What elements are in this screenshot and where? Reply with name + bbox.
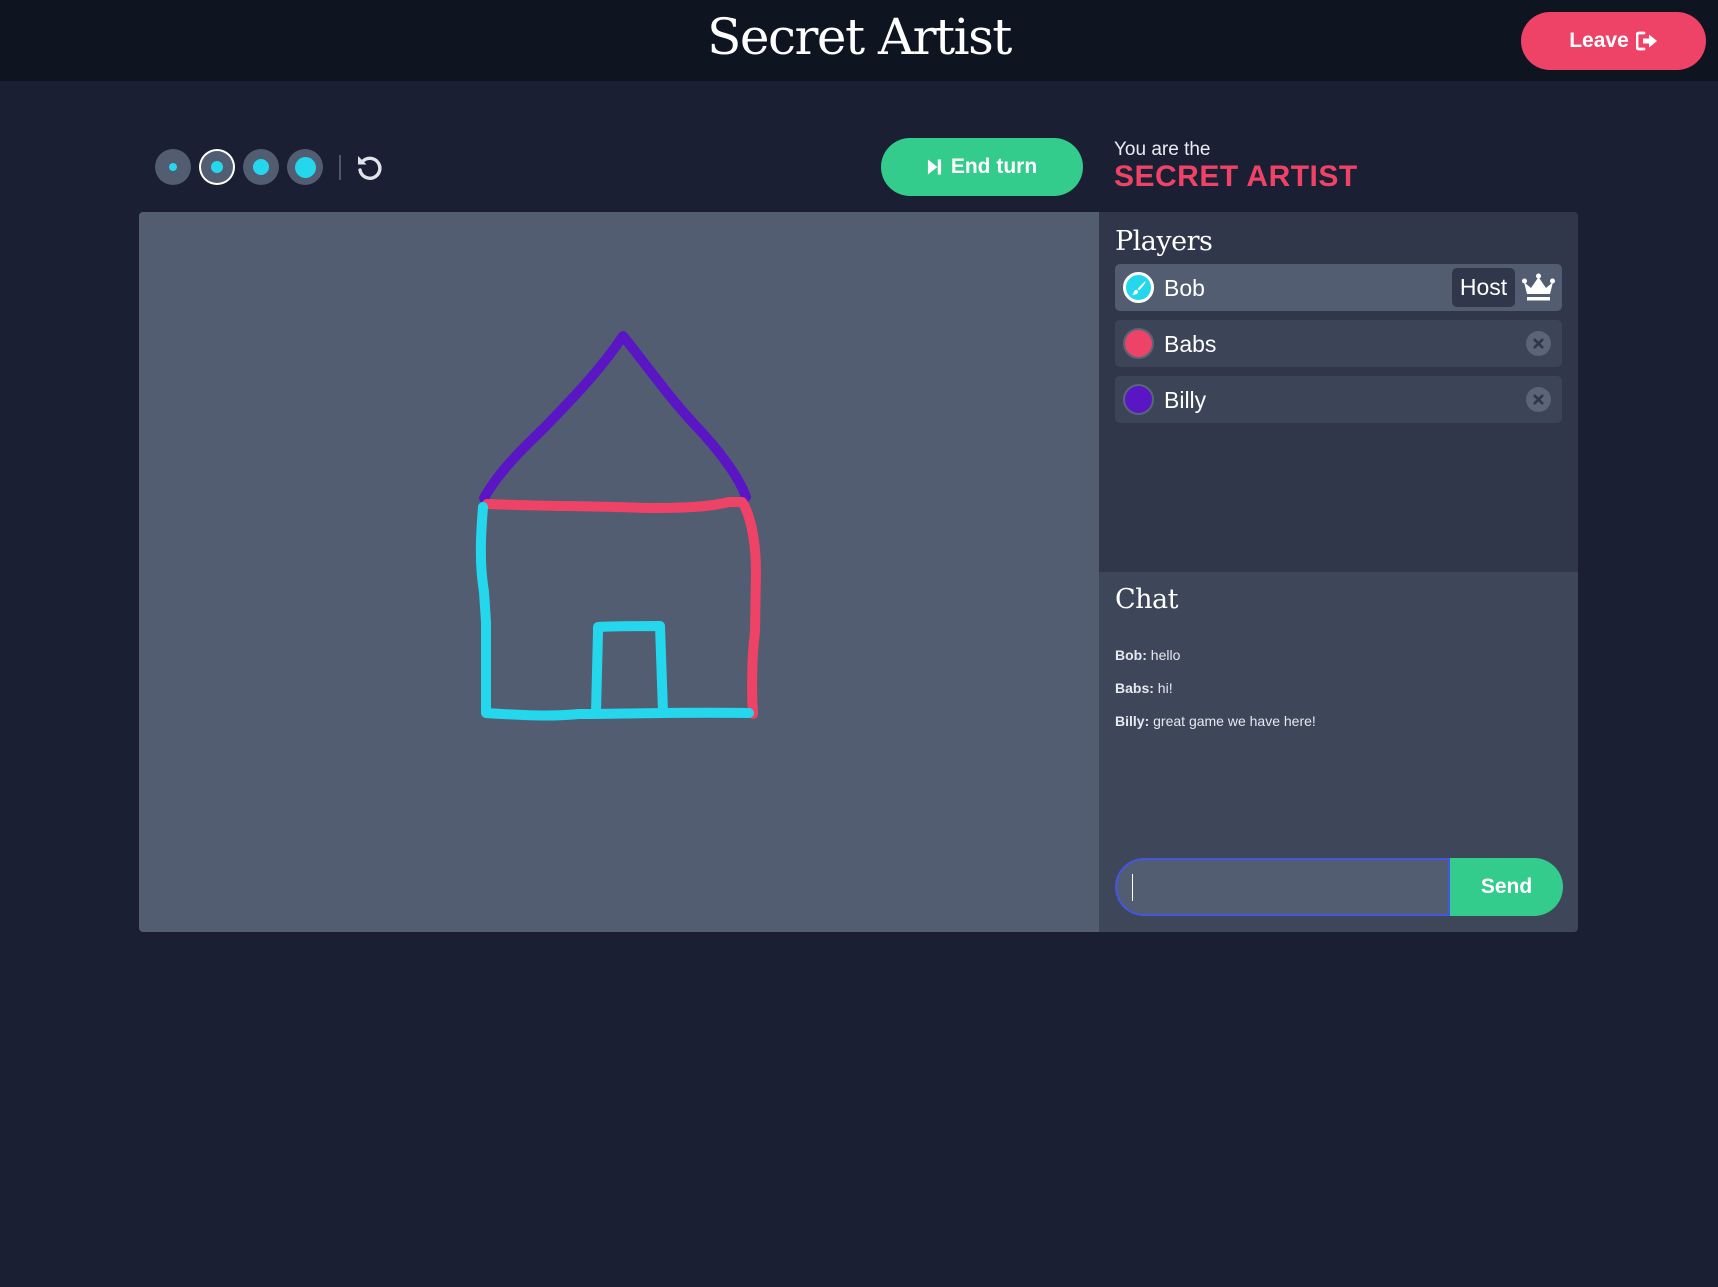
chat-heading: Chat bbox=[1115, 584, 1179, 615]
player-name: Billy bbox=[1164, 387, 1207, 413]
sign-out-icon bbox=[1635, 31, 1657, 51]
player-avatar bbox=[1123, 384, 1154, 415]
brush-size-small[interactable] bbox=[199, 149, 235, 185]
undo-icon bbox=[358, 156, 382, 180]
brush-dot-icon bbox=[169, 163, 177, 171]
chat-text: great game we have here! bbox=[1153, 713, 1316, 729]
drawing-stroke-ceiling-right-wall bbox=[482, 497, 761, 719]
player-avatar bbox=[1123, 328, 1154, 359]
app-title: Secret Artist bbox=[707, 8, 1012, 66]
leave-button[interactable]: Leave bbox=[1521, 12, 1706, 70]
brush-dot-icon bbox=[211, 161, 223, 173]
step-forward-icon bbox=[927, 159, 941, 175]
undo-button[interactable] bbox=[354, 152, 384, 182]
send-button[interactable]: Send bbox=[1448, 858, 1563, 916]
chat-author: Bob bbox=[1115, 647, 1143, 663]
drawing-stroke-walls-floor-door bbox=[475, 502, 754, 721]
paintbrush-icon bbox=[1131, 280, 1146, 295]
chat-message: Billy: great game we have here! bbox=[1115, 713, 1316, 729]
drawing-canvas[interactable] bbox=[139, 212, 1099, 932]
brush-size-extra-small[interactable] bbox=[155, 149, 191, 185]
chat-text: hello bbox=[1150, 647, 1181, 663]
end-turn-label: End turn bbox=[950, 155, 1038, 178]
role-prefix: You are the bbox=[1114, 139, 1211, 160]
brush-size-large[interactable] bbox=[287, 149, 323, 185]
role-name: SECRET ARTIST bbox=[1114, 160, 1358, 193]
chat-input[interactable] bbox=[1115, 858, 1450, 916]
player-name: Bob bbox=[1164, 275, 1205, 301]
player-avatar bbox=[1123, 272, 1154, 303]
kick-player-button[interactable] bbox=[1526, 331, 1551, 356]
close-icon bbox=[1533, 338, 1544, 349]
top-bar: Secret Artist Leave bbox=[0, 0, 1718, 81]
player-name: Babs bbox=[1164, 331, 1217, 357]
players-heading: Players bbox=[1115, 226, 1213, 257]
chat-message: Bob: hello bbox=[1115, 647, 1181, 663]
player-row: Bob Host bbox=[1115, 264, 1562, 311]
drawing-stroke-roof bbox=[479, 331, 751, 503]
close-icon bbox=[1533, 394, 1544, 405]
chat-author: Babs bbox=[1115, 680, 1150, 696]
player-row: Babs bbox=[1115, 320, 1562, 367]
chat-text: hi! bbox=[1157, 680, 1173, 696]
toolbar-divider bbox=[339, 155, 341, 180]
player-row: Billy bbox=[1115, 376, 1562, 423]
leave-label: Leave bbox=[1569, 29, 1629, 52]
chat-message: Babs: hi! bbox=[1115, 680, 1173, 696]
host-badge: Host bbox=[1452, 268, 1515, 307]
chat-form: Send bbox=[1115, 858, 1563, 916]
drawing-surface bbox=[475, 331, 761, 721]
chat-panel: Chat Bob: hello Babs: hi! Billy: great g… bbox=[1099, 572, 1578, 932]
end-turn-button[interactable]: End turn bbox=[881, 138, 1083, 196]
kick-player-button[interactable] bbox=[1526, 387, 1551, 412]
brush-size-medium[interactable] bbox=[243, 149, 279, 185]
crown-icon bbox=[1522, 273, 1555, 301]
text-caret bbox=[1132, 874, 1133, 901]
brush-dot-icon bbox=[253, 159, 269, 175]
brush-dot-icon bbox=[294, 156, 316, 178]
players-panel: Players Bob Host Babs Billy bbox=[1099, 212, 1578, 572]
chat-author: Billy bbox=[1115, 713, 1145, 729]
